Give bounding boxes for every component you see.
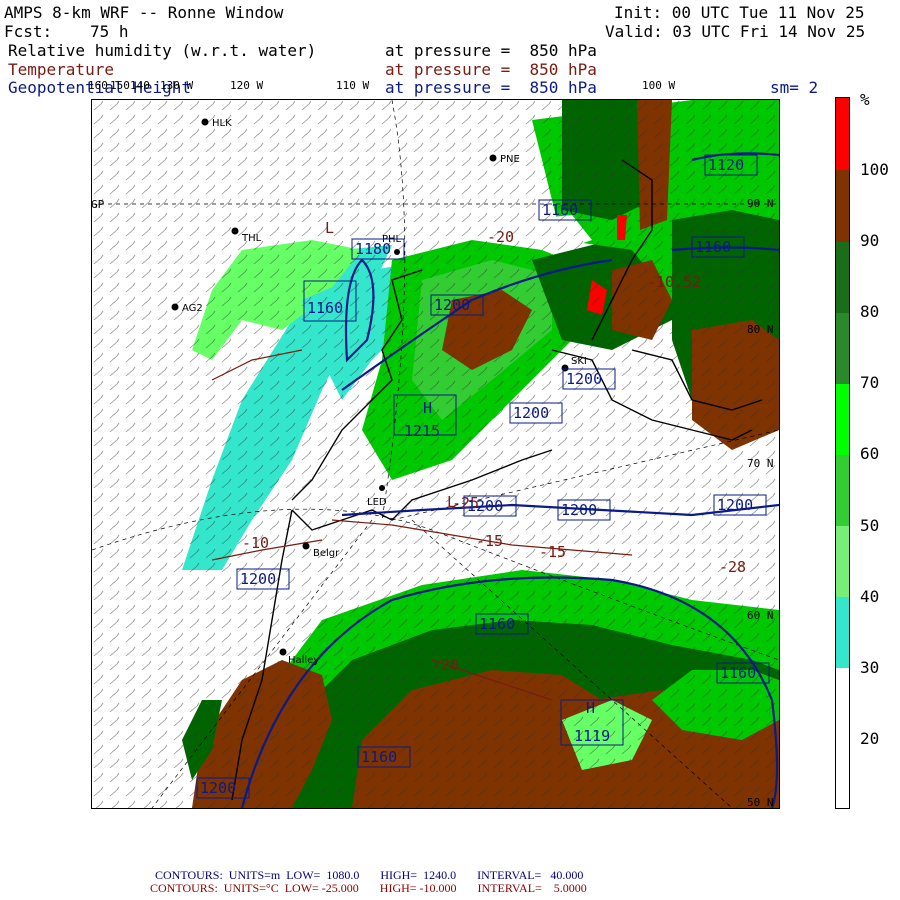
- colorbar-label: 30: [860, 658, 880, 677]
- high-marker: H: [423, 399, 432, 417]
- colorbar-label: 20: [860, 729, 880, 748]
- station-label: THL: [241, 233, 262, 244]
- init-time: Init: 00 UTC Tue 11 Nov 25: [614, 3, 865, 22]
- lon-label: 140: [130, 79, 150, 92]
- lat-label: 90 N: [747, 197, 774, 210]
- low-marker: L: [325, 219, 334, 237]
- contour-label: 1160: [307, 299, 343, 317]
- forecast-hours: 75 h: [90, 22, 129, 41]
- contour-label: 1215: [404, 422, 440, 440]
- lon-labels: 160 150 140 130 W 120 W 110 W 100 W: [88, 79, 675, 92]
- forecast-label: Fcst:: [4, 22, 53, 41]
- lon-label: 110 W: [336, 79, 369, 92]
- map-canvas: 90 N 80 N 70 N 60 N 50 N GP HLK PNE THL …: [91, 99, 780, 809]
- colorbar-label: 90: [860, 231, 880, 250]
- colorbar-label: 80: [860, 302, 880, 321]
- colorbar-label: 40: [860, 587, 880, 606]
- lon-label: 130 W: [160, 79, 193, 92]
- colorbar-segment: [836, 455, 849, 526]
- temp-label: -25: [452, 494, 479, 512]
- smoothing-value: sm= 2: [770, 78, 819, 97]
- temp-label: -10: [242, 534, 269, 552]
- contour-label: 1200: [561, 501, 597, 519]
- contour-label: 1160: [542, 201, 578, 219]
- colorbar: [835, 97, 850, 809]
- lon-label: 120 W: [230, 79, 263, 92]
- lon-label: 100 W: [642, 79, 675, 92]
- colorbar-label: 60: [860, 444, 880, 463]
- temp-label: -15: [476, 532, 503, 550]
- colorbar-unit: %: [860, 90, 870, 109]
- temp-label: -15: [539, 543, 566, 561]
- colorbar-segment: [836, 170, 849, 242]
- contour-label: 1200: [717, 496, 753, 514]
- colorbar-segment: [836, 313, 849, 384]
- contour-label: 1180: [355, 240, 391, 258]
- title: AMPS 8-km WRF -- Ronne Window: [4, 3, 284, 22]
- field-rh-level: at pressure = 850 hPa: [385, 41, 597, 60]
- lat-label: 60 N: [747, 609, 774, 622]
- temp-label: -10.52: [647, 273, 701, 291]
- colorbar-segment: [836, 668, 849, 808]
- contour-label: 1160: [479, 615, 515, 633]
- contour-label: 1160: [695, 238, 731, 256]
- field-rh-name: Relative humidity (w.r.t. water): [8, 41, 317, 60]
- high-marker: H: [586, 699, 595, 717]
- contour-label: 1200: [434, 296, 470, 314]
- temp-label: -28: [719, 558, 746, 576]
- temp-contour-info: CONTOURS: UNITS=°C LOW= -25.000 HIGH= -1…: [150, 881, 587, 895]
- colorbar-segment: [836, 384, 849, 455]
- lon-label: 160: [88, 79, 108, 92]
- temp-label: -20: [487, 228, 514, 246]
- lat-label: 70 N: [747, 457, 774, 470]
- colorbar-segment: [836, 98, 849, 170]
- map-panel: 90 N 80 N 70 N 60 N 50 N GP HLK PNE THL …: [91, 99, 780, 809]
- station-label: PNE: [500, 154, 520, 165]
- lat-label: 50 N: [747, 796, 774, 808]
- contour-label: 1160: [720, 664, 756, 682]
- gp-label: GP: [92, 198, 105, 211]
- colorbar-segment: [836, 242, 849, 313]
- temp-label: -20: [432, 656, 459, 674]
- contour-label: 1200: [566, 370, 602, 388]
- station-label: Halley: [288, 655, 319, 666]
- colorbar-label: 100: [860, 160, 889, 179]
- valid-time: Valid: 03 UTC Fri 14 Nov 25: [605, 22, 866, 41]
- colorbar-segment: [836, 526, 849, 597]
- lat-label: 80 N: [747, 323, 774, 336]
- station-label: Belgr: [313, 548, 340, 559]
- station-label: HLK: [212, 118, 232, 129]
- colorbar-label: 50: [860, 516, 880, 535]
- contour-label: 1200: [240, 570, 276, 588]
- station-label: SKI: [571, 356, 587, 367]
- station-label: LED: [367, 497, 387, 508]
- colorbar-label: 70: [860, 373, 880, 392]
- contour-label: 1200: [513, 404, 549, 422]
- colorbar-segment: [836, 597, 849, 668]
- contour-label: 1160: [361, 748, 397, 766]
- contour-label: 1200: [200, 779, 236, 797]
- contour-label: 1120: [708, 156, 744, 174]
- contour-label: 1119: [574, 727, 610, 745]
- lon-label: 150: [110, 79, 130, 92]
- station-label: AG2: [182, 303, 203, 314]
